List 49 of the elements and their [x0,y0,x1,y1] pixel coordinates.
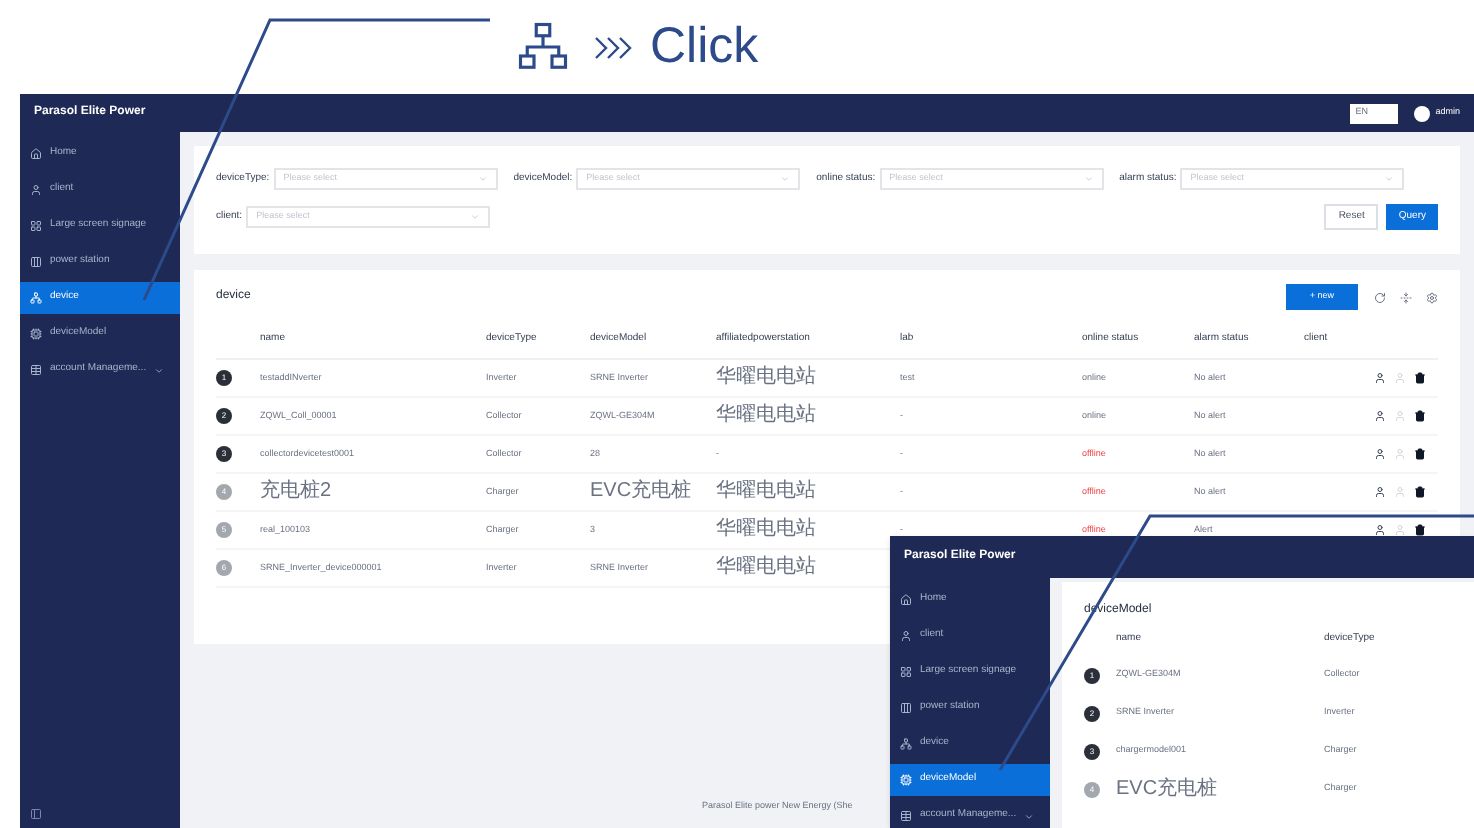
user-icon [30,184,42,196]
columns-icon [900,702,912,714]
grid-icon [30,220,42,232]
chip-icon [900,774,912,786]
columns-icon [30,256,42,268]
user-icon [1394,486,1406,498]
chevron-down-icon [477,174,488,184]
table-cell-text: EVC充电桩 [590,482,694,502]
chip-icon [30,328,42,340]
settings-icon[interactable] [1426,291,1438,303]
chevron-down-icon [780,174,791,184]
trash-icon[interactable] [1414,486,1426,498]
avatar-icon[interactable] [1413,105,1430,121]
trash-icon[interactable] [1414,410,1426,422]
user-icon [900,630,912,642]
table-icon [30,364,42,376]
user-icon[interactable] [1374,372,1386,384]
table-cell-text: 华曜电电站 [716,482,818,502]
network-icon [30,292,42,304]
table-cell-text: EVC充电桩 [1116,779,1220,799]
refresh-icon[interactable] [1374,291,1386,303]
network-icon [516,20,570,74]
user-icon[interactable] [1374,524,1386,536]
table-cell-text: 华曜电电站 [716,558,818,578]
chevron-down-icon [1384,174,1395,184]
grid-icon [900,666,912,678]
table-cell-text: 华曜电电站 [716,406,818,426]
chevron-down-icon [470,212,481,222]
trash-icon[interactable] [1414,448,1426,460]
callout-text: Click [650,15,759,78]
user-icon [1394,372,1406,384]
network-icon [900,738,912,750]
user-icon[interactable] [1374,448,1386,460]
table-cell-text: 充电桩2 [260,482,334,502]
collapse-icon[interactable] [30,808,42,820]
chevron-down-icon [1083,174,1094,184]
user-icon[interactable] [1374,410,1386,422]
trash-icon[interactable] [1414,524,1426,536]
user-icon[interactable] [1374,486,1386,498]
user-icon [1394,410,1406,422]
triple-chevron-icon [594,35,634,59]
table-cell-text: 华曜电电站 [716,368,818,388]
trash-icon[interactable] [1414,372,1426,384]
table-icon [900,810,912,822]
home-icon [30,148,42,160]
table-cell-text: 华曜电电站 [716,520,818,540]
user-icon [1394,448,1406,460]
user-icon [1394,524,1406,536]
home-icon [900,594,912,606]
